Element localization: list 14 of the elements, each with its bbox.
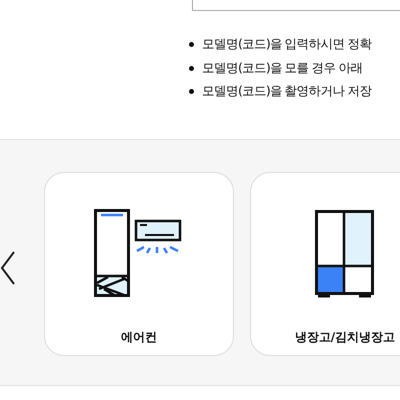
bullet-icon (189, 66, 194, 71)
note-text: 모델명(코드)을 촬영하거나 저장 (202, 83, 372, 100)
air-conditioner-icon (94, 209, 184, 299)
note-text: 모델명(코드)을 모를 경우 아래 (202, 60, 363, 77)
search-field[interactable] (192, 0, 400, 11)
refrigerator-icon (315, 209, 375, 299)
bullet-icon (189, 42, 194, 48)
category-card[interactable]: 에어컨 (44, 172, 234, 356)
note-text: 모델명(코드)을 입력하시면 정확 (202, 36, 372, 54)
previous-arrow-icon[interactable] (0, 250, 16, 284)
category-label: 냉장고/김치냉장고 (294, 329, 396, 346)
category-label: 에어컨 (121, 329, 157, 346)
bullet-icon (189, 89, 194, 94)
category-card[interactable]: 냉장고/김치냉장고 (250, 172, 400, 356)
